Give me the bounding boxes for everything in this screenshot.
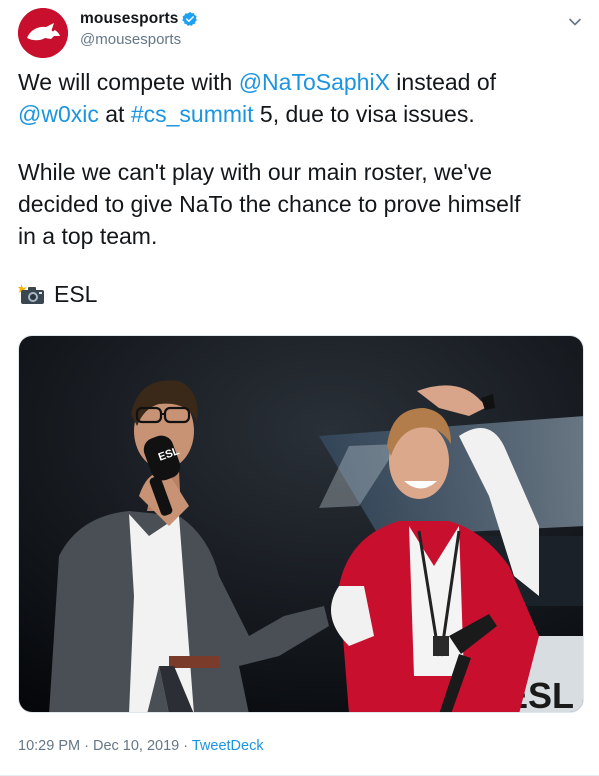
photo-illustration: ESL ESL [19,336,583,712]
tweet-line-2: @w0xic at #cs_summit 5, due to visa issu… [18,101,475,127]
tweet-text: We will compete with @NaToSaphiX instead… [18,66,583,310]
tweet-card: mousesports @mousesports We will compete… [0,0,599,776]
mousesports-logo-icon [18,8,68,58]
handle[interactable]: @mousesports [80,31,198,48]
author-block: mousesports @mousesports [80,10,198,48]
tweet-line-3: While we can't play with our main roster… [18,159,493,185]
mention-w0xic[interactable]: @w0xic [18,101,99,127]
tweet-time[interactable]: 10:29 PM [18,738,80,754]
chevron-down-icon[interactable] [567,14,583,30]
tweet-meta: 10:29 PM · Dec 10, 2019 · TweetDeck [18,738,264,754]
display-name[interactable]: mousesports [80,10,178,28]
tweet-line-4: decided to give NaTo the chance to prove… [18,191,521,217]
photo-credit: ESL [54,281,98,307]
verified-badge-icon [182,12,198,26]
mention-natosaphix[interactable]: @NaToSaphiX [239,69,390,95]
avatar[interactable] [18,8,68,58]
tweet-source-link[interactable]: TweetDeck [192,738,264,754]
tweet-line-5: in a top team. [18,223,158,249]
hashtag-cs-summit[interactable]: #cs_summit [131,101,254,127]
camera-flash-icon [18,284,44,304]
tweet-line-1: We will compete with @NaToSaphiX instead… [18,69,497,95]
photo-credit-line: ESL [18,278,583,310]
tweet-date[interactable]: Dec 10, 2019 [93,738,179,754]
tweet-photo[interactable]: ESL ESL [18,335,584,713]
